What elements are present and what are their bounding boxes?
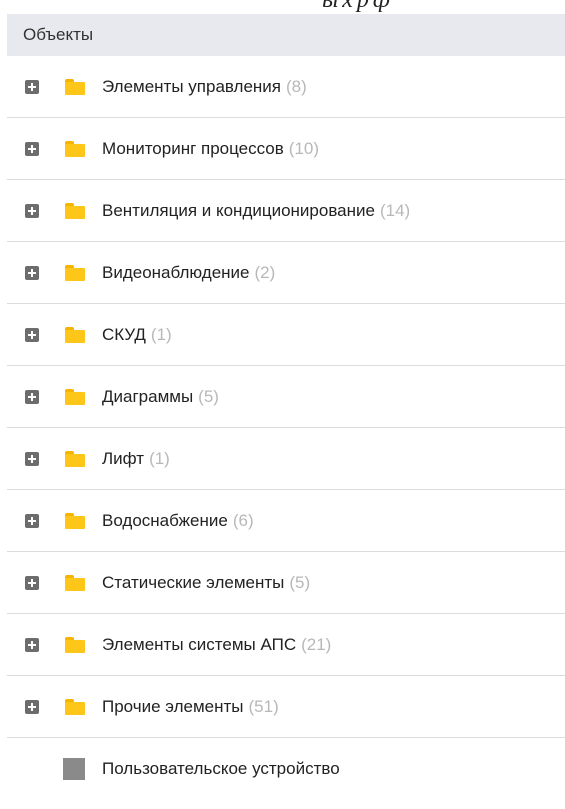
folder-label: Видеонаблюдение: [102, 262, 250, 282]
folder-icon: [65, 388, 85, 405]
tree-device-row[interactable]: Пользовательское устройство: [7, 738, 565, 800]
tree-folder-row[interactable]: Мониторинг процессов (10): [7, 118, 565, 180]
plus-square-icon[interactable]: [25, 141, 39, 156]
folder-count: (6): [232, 510, 254, 530]
folder-label: Водоснабжение: [102, 510, 228, 530]
folder-icon: [65, 512, 85, 529]
folder-count: (14): [379, 200, 411, 220]
objects-panel-header: Объекты: [7, 14, 565, 56]
tree-folder-row[interactable]: Прочие элементы (51): [7, 676, 565, 738]
folder-label: СКУД: [102, 324, 146, 344]
plus-square-icon[interactable]: [25, 327, 39, 342]
folder-label: Вентиляция и кондиционирование: [102, 200, 375, 220]
folder-label: Статические элементы: [102, 572, 285, 592]
tree-folder-row[interactable]: Статические элементы (5): [7, 552, 565, 614]
folder-icon: [65, 574, 85, 591]
folder-count: (1): [150, 324, 172, 344]
folder-label: Лифт: [102, 448, 145, 468]
clipped-heading-fragment: ыхрф: [322, 0, 394, 13]
plus-square-icon[interactable]: [25, 265, 39, 280]
folder-icon: [65, 140, 85, 157]
tree-folder-row[interactable]: Вентиляция и кондиционирование (14): [7, 180, 565, 242]
folder-label: Диаграммы: [102, 386, 194, 406]
tree-folder-row[interactable]: Элементы управления (8): [7, 56, 565, 118]
tree-folder-row[interactable]: Лифт (1): [7, 428, 565, 490]
folder-label: Элементы системы АПС: [102, 634, 297, 654]
tree-folder-row[interactable]: Водоснабжение (6): [7, 490, 565, 552]
folder-icon: [65, 326, 85, 343]
panel-title: Объекты: [23, 25, 94, 44]
tree-folder-row[interactable]: Диаграммы (5): [7, 366, 565, 428]
objects-tree: Элементы управления (8) Мониторинг проце…: [7, 56, 565, 800]
device-label: Пользовательское устройство: [102, 759, 340, 778]
tree-folder-row[interactable]: Видеонаблюдение (2): [7, 242, 565, 304]
plus-square-icon[interactable]: [25, 699, 39, 714]
folder-label: Мониторинг процессов: [102, 138, 284, 158]
folder-icon: [65, 636, 85, 653]
folder-count: (5): [198, 386, 219, 406]
folder-icon: [65, 264, 85, 281]
folder-count: (2): [254, 262, 276, 282]
folder-icon: [65, 698, 85, 715]
folder-label: Элементы управления: [102, 76, 282, 96]
folder-count: (21): [301, 634, 332, 654]
tree-folder-row[interactable]: Элементы системы АПС (21): [7, 614, 565, 676]
folder-icon: [65, 202, 85, 219]
folder-count: (5): [289, 572, 311, 592]
folder-count: (1): [149, 448, 170, 468]
plus-square-icon[interactable]: [25, 575, 39, 590]
plus-square-icon[interactable]: [25, 203, 39, 218]
folder-icon: [65, 450, 85, 467]
tree-folder-row[interactable]: СКУД (1): [7, 304, 565, 366]
folder-label: Прочие элементы: [102, 696, 244, 716]
plus-square-icon[interactable]: [25, 637, 39, 652]
folder-icon: [65, 78, 85, 95]
folder-count: (8): [286, 76, 307, 96]
plus-square-icon[interactable]: [25, 389, 39, 404]
plus-square-icon[interactable]: [25, 79, 39, 94]
gray-square-icon: [63, 758, 85, 780]
folder-count: (51): [248, 696, 279, 716]
plus-square-icon[interactable]: [25, 451, 39, 466]
folder-count: (10): [288, 138, 320, 158]
plus-square-icon[interactable]: [25, 513, 39, 528]
